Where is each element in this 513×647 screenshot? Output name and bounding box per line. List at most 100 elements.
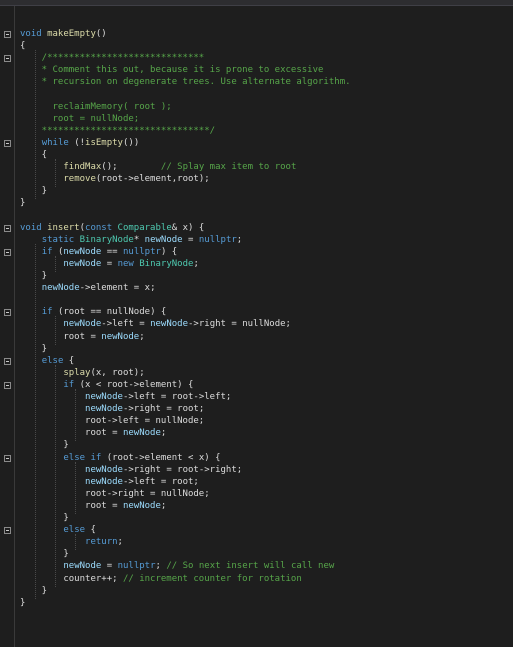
code-token: else [41, 355, 64, 366]
code-line[interactable]: { [20, 149, 47, 161]
code-token: reclaimMemory( root ); [20, 101, 172, 112]
code-line[interactable]: } [20, 197, 25, 209]
code-line[interactable]: void insert(const Comparable& x) { [20, 222, 204, 234]
code-line[interactable]: { [20, 40, 25, 52]
indent-guide [55, 159, 56, 188]
code-token: newNode [85, 392, 123, 402]
collapse-icon[interactable] [4, 139, 11, 147]
code-line[interactable]: splay(x, root); [20, 367, 145, 379]
code-token: return [85, 537, 118, 548]
code-token: = [101, 258, 118, 269]
code-line[interactable]: root->right = nullNode; [20, 488, 210, 500]
code-token: if [41, 246, 53, 257]
indent-guide [55, 255, 56, 272]
code-token: * [133, 234, 145, 245]
code-line[interactable]: } [20, 512, 69, 524]
code-line[interactable]: static BinaryNode* newNode = nullptr; [20, 234, 243, 246]
code-line[interactable]: } [20, 439, 69, 451]
code-token: newNode [122, 500, 161, 511]
code-line[interactable]: if (x < root->element) { [20, 379, 193, 391]
code-token: void [20, 29, 48, 39]
code-token: root = [20, 331, 102, 342]
code-line[interactable]: *******************************/ [20, 125, 215, 137]
code-token: ()) [122, 137, 140, 148]
code-token: { [20, 150, 48, 160]
collapse-icon[interactable] [4, 248, 11, 256]
code-line[interactable]: newNode = nullptr; // So next insert wil… [20, 560, 334, 572]
code-line[interactable]: newNode->left = root->left; [20, 391, 231, 403]
code-token: ->left = root->left; [122, 392, 232, 402]
collapse-icon[interactable] [4, 309, 11, 317]
code-line[interactable]: remove(root->element,root); [20, 173, 209, 185]
code-line[interactable]: while (!isEmpty()) [20, 137, 140, 149]
indent-guide [75, 388, 76, 442]
code-line[interactable]: newNode->element = x; [20, 282, 156, 294]
code-token: } [20, 440, 69, 451]
code-token: root->right = nullNode; [20, 488, 210, 499]
collapse-icon[interactable] [4, 527, 11, 535]
code-token: ; [193, 258, 199, 269]
code-line[interactable]: root = newNode; [20, 427, 166, 439]
code-line[interactable]: * recursion on degenerate trees. Use alt… [20, 76, 351, 88]
code-line[interactable]: root = newNode; [20, 331, 145, 343]
code-line[interactable]: newNode = new BinaryNode; [20, 258, 199, 270]
code-line[interactable]: newNode->left = newNode->right = nullNod… [20, 318, 291, 330]
code-line[interactable]: if (root == nullNode) { [20, 306, 167, 318]
code-line[interactable]: } [20, 185, 47, 197]
code-line[interactable]: newNode->left = root; [20, 476, 199, 488]
code-line[interactable]: newNode->right = root; [20, 403, 204, 415]
code-token: (); [101, 162, 161, 173]
code-line[interactable]: else { [20, 355, 75, 367]
code-line[interactable]: /***************************** [20, 52, 205, 64]
code-line[interactable]: findMax(); // Splay max item to root [20, 161, 296, 173]
code-token: } [20, 198, 26, 209]
code-token: (x, root); [90, 367, 145, 378]
code-token: newNode [144, 234, 183, 245]
collapse-icon[interactable] [4, 454, 11, 462]
code-line[interactable]: if (newNode == nullptr) { [20, 246, 178, 258]
code-line[interactable]: * Comment this out, because it is prone … [20, 64, 324, 76]
code-line[interactable]: else { [20, 524, 96, 536]
code-token: // increment counter for rotation [122, 573, 302, 584]
collapse-icon[interactable] [4, 55, 11, 63]
code-line[interactable]: reclaimMemory( root ); [20, 101, 172, 113]
code-token: } [20, 597, 26, 608]
outline-margin[interactable] [0, 6, 15, 647]
collapse-icon[interactable] [4, 224, 11, 232]
code-line[interactable]: root = newNode; [20, 500, 166, 512]
code-line[interactable]: } [20, 270, 47, 282]
code-line[interactable]: void makeEmpty() [20, 28, 107, 40]
selection-bar [14, 6, 15, 647]
indent-guide [55, 364, 56, 587]
code-line[interactable]: root->left = nullNode; [20, 415, 204, 427]
code-token: static [41, 234, 80, 245]
code-token: ->element = x; [79, 283, 156, 294]
code-token: ->right = root; [122, 404, 205, 415]
code-line[interactable]: } [20, 585, 47, 597]
code-token: // So next insert will call new [166, 561, 335, 572]
code-token: = [101, 561, 118, 572]
code-line[interactable]: root = nullNode; [20, 113, 140, 125]
code-token: } [20, 271, 48, 281]
code-token: == [101, 246, 123, 257]
code-line[interactable]: } [20, 343, 47, 355]
code-token: ; [139, 331, 145, 342]
code-token: newNode [101, 331, 140, 342]
code-line[interactable]: counter++; // increment counter for rota… [20, 573, 302, 585]
code-token: = [182, 234, 199, 245]
code-token: } [20, 513, 69, 523]
code-line[interactable]: else if (root->element < x) { [20, 452, 220, 464]
code-line[interactable]: newNode->right = root->right; [20, 464, 242, 476]
code-line[interactable]: } [20, 548, 68, 560]
code-token: () [95, 29, 107, 39]
code-token: ; [117, 537, 123, 548]
collapse-icon[interactable] [4, 31, 11, 38]
collapse-icon[interactable] [4, 381, 11, 389]
collapse-icon[interactable] [4, 357, 11, 365]
code-line[interactable]: } [20, 597, 25, 609]
